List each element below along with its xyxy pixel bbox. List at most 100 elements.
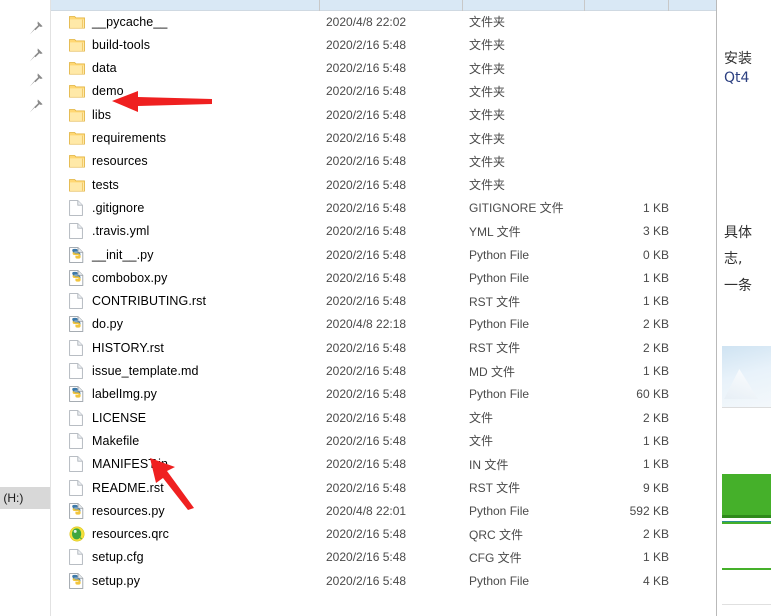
file-row[interactable]: CONTRIBUTING.rst 2020/2/16 5:48 RST 文件 1 KB [51, 290, 716, 313]
file-size-cell: 1 KB [642, 550, 669, 565]
file-row[interactable]: Makefile 2020/2/16 5:48 文件 1 KB [51, 429, 716, 452]
file-date-cell: 2020/2/16 5:48 [326, 480, 407, 495]
file-size-cell: 9 KB [642, 480, 669, 495]
file-name-cell[interactable]: resources.py [69, 502, 165, 519]
file-row[interactable]: setup.cfg 2020/2/16 5:48 CFG 文件 1 KB [51, 546, 716, 569]
file-name-cell[interactable]: .gitignore [69, 200, 144, 216]
file-row[interactable]: setup.py 2020/2/16 5:48 Python File 4 KB [51, 569, 716, 592]
file-row[interactable]: data 2020/2/16 5:48 文件夹 [51, 57, 716, 80]
pin-icon[interactable] [28, 47, 44, 63]
pin-icon[interactable] [28, 72, 44, 88]
file-row[interactable]: labelImg.py 2020/2/16 5:48 Python File 60 K… [51, 383, 716, 406]
file-type-cell: MD 文件 [469, 364, 515, 379]
file-size-cell: 1 KB [642, 433, 669, 448]
file-name-cell[interactable]: setup.py [69, 572, 141, 589]
file-row[interactable]: HISTORY.rst 2020/2/16 5:48 RST 文件 2 KB [51, 336, 716, 359]
file-type-cell: QRC 文件 [469, 527, 524, 542]
file-name-cell[interactable]: libs [69, 107, 111, 123]
file-name-cell[interactable]: README.rst [69, 479, 164, 496]
file-type-cell: 文件 [469, 434, 494, 449]
folder-icon [69, 107, 85, 123]
file-name-label: issue_template.md [92, 364, 199, 378]
file-row[interactable]: .travis.yml 2020/2/16 5:48 YML 文件 3 KB [51, 220, 716, 243]
file-row[interactable]: build-tools 2020/2/16 5:48 文件夹 [51, 33, 716, 56]
file-name-cell[interactable]: LICENSE [69, 409, 146, 426]
file-row[interactable]: requirements 2020/2/16 5:48 文件夹 [51, 127, 716, 150]
file-row[interactable]: demo 2020/2/16 5:48 文件夹 [51, 80, 716, 103]
file-size-cell: 1 KB [642, 457, 669, 472]
file-icon [69, 433, 85, 449]
file-row[interactable]: MANIFEST.in 2020/2/16 5:48 IN 文件 1 KB [51, 453, 716, 476]
file-row[interactable]: LICENSE 2020/2/16 5:48 文件 2 KB [51, 406, 716, 429]
right-pane-green-rule [722, 522, 771, 524]
folder-icon [69, 14, 85, 30]
file-name-cell[interactable]: data [69, 60, 117, 76]
file-name-cell[interactable]: combobox.py [69, 269, 167, 286]
file-row[interactable]: README.rst 2020/2/16 5:48 RST 文件 9 KB [51, 476, 716, 499]
right-pane-text-line: Qt4 [724, 70, 750, 86]
file-size-cell: 60 KB [636, 387, 669, 402]
file-type-cell: RST 文件 [469, 294, 521, 309]
file-name-cell[interactable]: setup.cfg [69, 549, 144, 566]
file-row[interactable]: resources.qrc 2020/2/16 5:48 QRC 文件 2 KB [51, 523, 716, 546]
file-name-cell[interactable]: labelImg.py [69, 386, 157, 403]
file-row[interactable]: issue_template.md 2020/2/16 5:48 MD 文件 1 KB [51, 360, 716, 383]
pin-icon[interactable] [28, 20, 44, 36]
file-icon [69, 339, 85, 356]
folder-icon [69, 37, 85, 53]
folder-icon [69, 83, 85, 99]
file-row[interactable]: do.py 2020/4/8 22:18 Python File 2 KB [51, 313, 716, 336]
file-row[interactable]: tests 2020/2/16 5:48 文件夹 [51, 173, 716, 196]
file-size-cell: 1 KB [642, 294, 669, 309]
file-name-label: setup.py [92, 573, 141, 588]
file-size-cell: 1 KB [642, 364, 669, 378]
file-date-cell: 2020/2/16 5:48 [326, 270, 407, 285]
file-name-cell[interactable]: do.py [69, 316, 123, 333]
file-name-cell[interactable]: issue_template.md [69, 363, 199, 379]
file-name-cell[interactable]: build-tools [69, 37, 150, 53]
file-row[interactable]: __pycache__ 2020/4/8 22:02 文件夹 [51, 10, 716, 33]
file-name-label: .gitignore [92, 200, 145, 215]
file-name-cell[interactable]: resources [69, 153, 148, 169]
file-name-cell[interactable]: resources.qrc [69, 526, 169, 542]
right-document-pane: 安装 Qt4 具体 志, 一条 [716, 0, 771, 616]
file-name-cell[interactable]: .travis.yml [69, 223, 149, 240]
right-pane-text-line: 安装 [724, 51, 752, 67]
file-date-cell: 2020/2/16 5:48 [326, 550, 407, 565]
file-type-cell: RST 文件 [469, 481, 521, 495]
file-icon [69, 293, 85, 309]
file-name-label: MANIFEST.in [92, 457, 169, 472]
sidebar-drive-item-selected[interactable]: 用 (H:) [0, 487, 50, 509]
file-name-cell[interactable]: CONTRIBUTING.rst [69, 293, 206, 309]
file-type-cell: 文件夹 [469, 154, 506, 169]
file-icon [69, 363, 85, 379]
python-icon [69, 386, 85, 403]
file-row[interactable]: combobox.py 2020/2/16 5:48 Python File 1 KB [51, 266, 716, 289]
file-date-cell: 2020/4/8 22:02 [326, 14, 407, 29]
file-name-cell[interactable]: Makefile [69, 433, 139, 449]
file-row[interactable]: resources.py 2020/4/8 22:01 Python File 592… [51, 499, 716, 522]
file-name-label: README.rst [92, 480, 164, 495]
file-name-cell[interactable]: HISTORY.rst [69, 339, 164, 356]
pane-divider [716, 0, 717, 616]
file-row[interactable]: resources 2020/2/16 5:48 文件夹 [51, 150, 716, 173]
file-name-cell[interactable]: __init__.py [69, 246, 154, 263]
file-name-label: build-tools [92, 37, 151, 52]
file-date-cell: 2020/2/16 5:48 [326, 107, 407, 122]
pin-icon[interactable] [28, 98, 44, 114]
file-name-label: HISTORY.rst [92, 340, 164, 355]
file-date-cell: 2020/2/16 5:48 [326, 433, 407, 448]
file-name-label: resources.qrc [92, 527, 170, 542]
file-name-cell[interactable]: __pycache__ [69, 14, 167, 30]
file-name-cell[interactable]: demo [69, 83, 124, 99]
file-name-cell[interactable]: requirements [69, 130, 166, 146]
folder-icon [69, 177, 85, 193]
sidebar-drive-item[interactable]: G:) [0, 463, 1, 485]
file-row[interactable]: .gitignore 2020/2/16 5:48 GITIGNORE 文件 1 KB [51, 196, 716, 219]
file-row[interactable]: libs 2020/2/16 5:48 文件夹 [51, 103, 716, 126]
file-name-cell[interactable]: tests [69, 177, 119, 193]
file-name-cell[interactable]: MANIFEST.in [69, 456, 169, 473]
python-icon [69, 572, 85, 589]
right-pane-green-button[interactable] [722, 474, 771, 518]
file-row[interactable]: __init__.py 2020/2/16 5:48 Python File 0 KB [51, 243, 716, 266]
